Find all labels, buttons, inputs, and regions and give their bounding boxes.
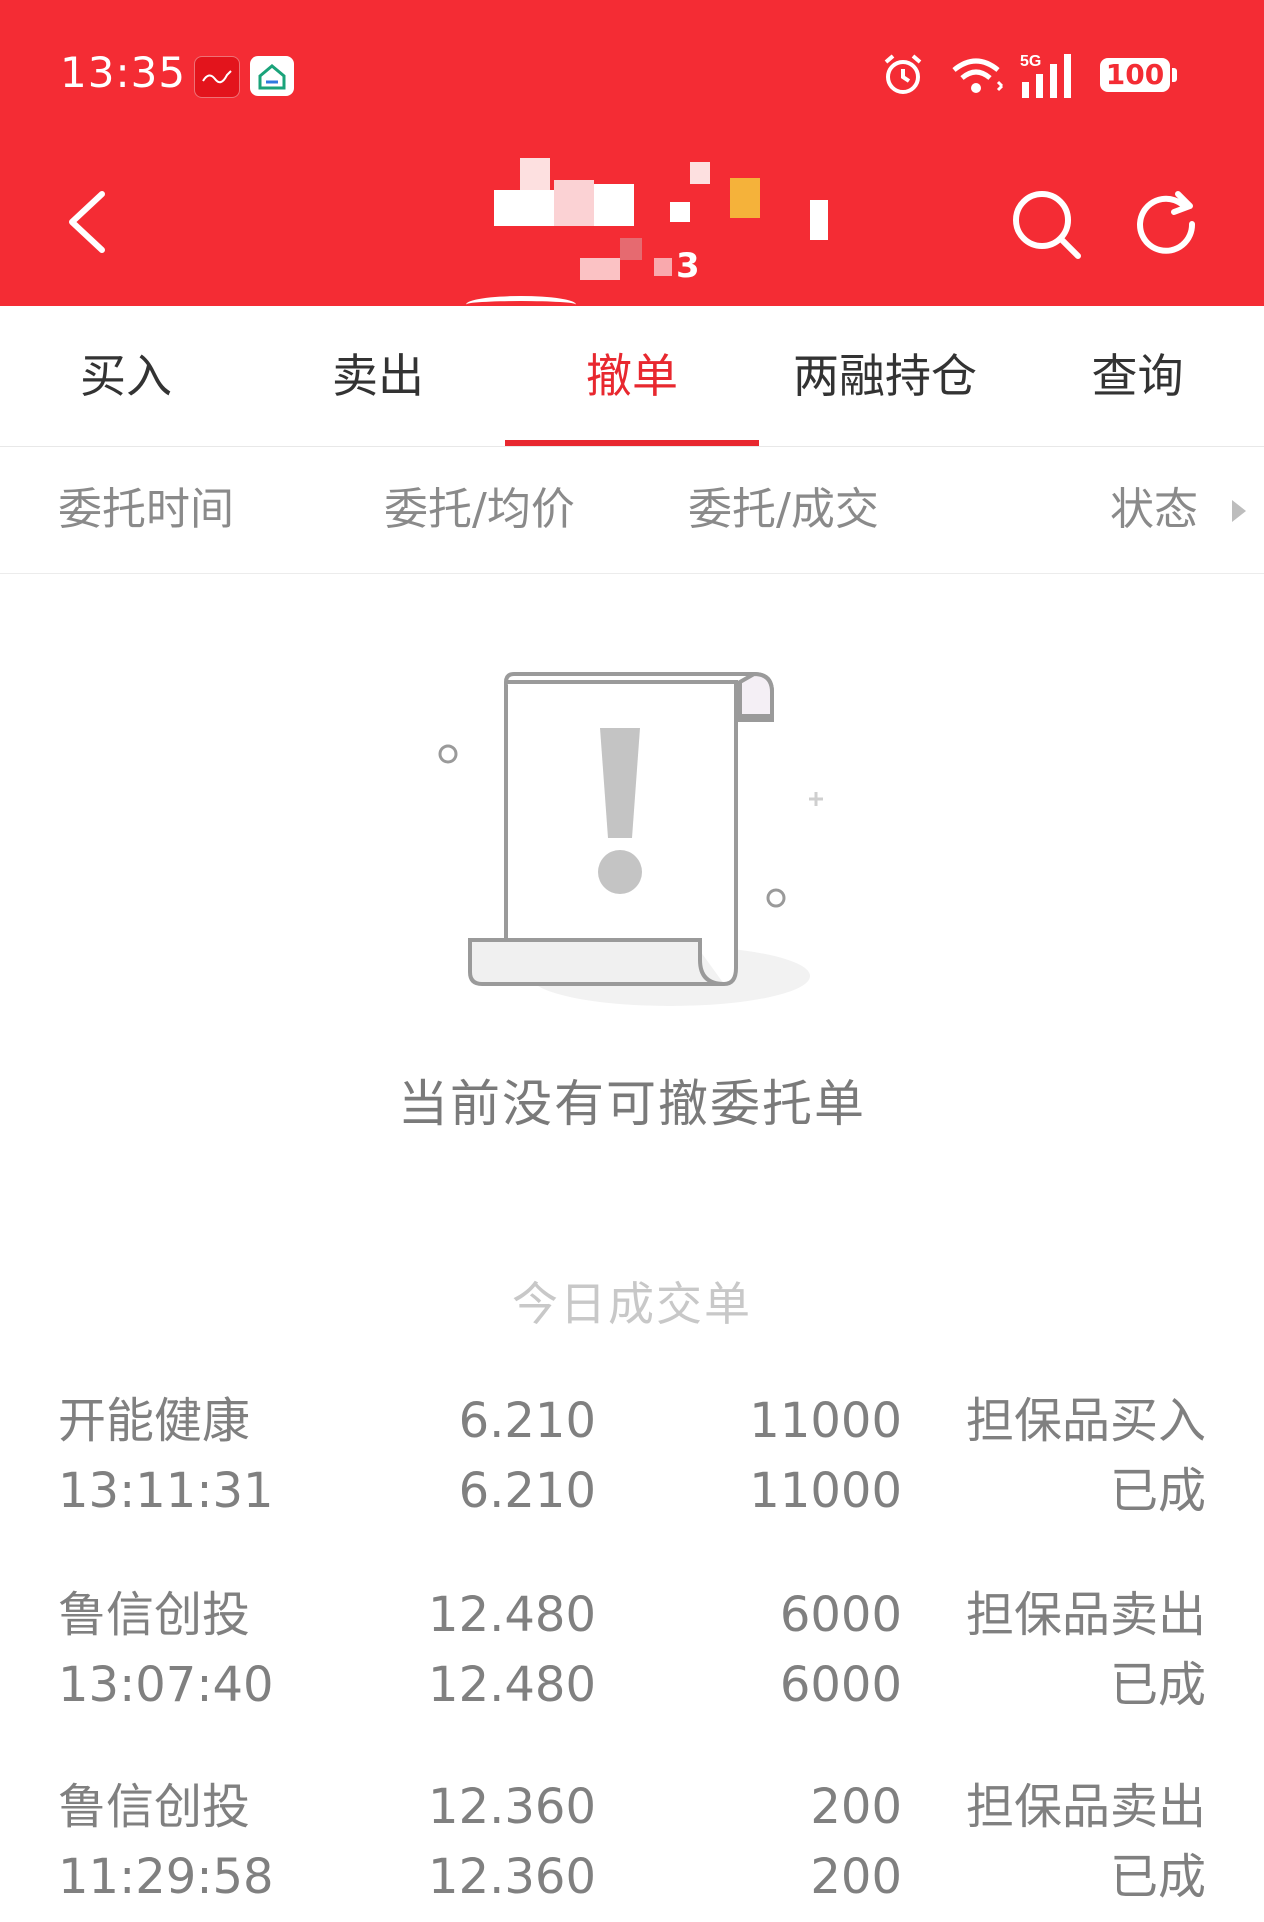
tab-sell[interactable]: 卖出 [252,306,504,446]
alarm-icon [880,52,926,102]
trade-time: 13:07:40 [58,1657,274,1713]
trade-tabs: 买入 卖出 撤单 两融持仓 查询 [0,306,1264,447]
tab-query[interactable]: 查询 [1011,306,1264,446]
order-price: 12.480 [428,1587,596,1643]
stock-name: 鲁信创投 [58,1587,251,1643]
header-bar: 13:35 5G 100 3 [0,0,1264,306]
col-status[interactable]: 状态 [1110,447,1198,573]
empty-state-message: 当前没有可撤委托单 [398,1075,866,1133]
average-price: 12.480 [428,1657,596,1713]
app-icon-red [194,56,240,98]
average-price: 6.210 [458,1463,596,1519]
order-qty: 200 [810,1779,902,1835]
trade-row[interactable]: 开能健康 13:11:31 6.210 6.210 11000 11000 担保… [0,1386,1264,1536]
back-button[interactable] [58,186,118,256]
col-order-price: 委托/均价 [384,484,575,535]
order-status: 已成 [1109,1849,1206,1905]
order-price: 12.360 [428,1779,596,1835]
order-qty: 11000 [749,1393,902,1449]
trade-time: 13:11:31 [58,1463,274,1519]
battery-tip [1172,68,1177,82]
average-price: 12.360 [428,1849,596,1905]
refresh-icon [1137,191,1196,254]
search-button[interactable] [1008,186,1084,262]
tab-cancel[interactable]: 撤单 [505,306,759,446]
search-icon [1013,191,1081,259]
stock-name: 开能健康 [58,1393,251,1449]
order-type: 担保品买入 [965,1393,1206,1449]
tab-buy[interactable]: 买入 [0,306,252,446]
filled-qty: 200 [810,1849,902,1905]
status-time: 13:35 [60,48,187,97]
signal-icon: 5G [1020,52,1084,106]
status-bar: 13:35 5G 100 [0,0,1264,150]
filled-qty: 6000 [779,1657,902,1713]
empty-document-icon [420,660,840,1020]
network-label: 5G [1020,53,1041,70]
order-status: 已成 [1109,1657,1206,1713]
app-icon-home [250,56,294,96]
filled-qty: 11000 [749,1463,902,1519]
section-title-today-trades: 今日成交单 [512,1277,752,1331]
column-header: 委托时间 委托/均价 委托/成交 状态 [0,447,1264,574]
wifi-icon [950,52,1006,102]
refresh-button[interactable] [1128,186,1204,262]
page-title-obscured: 3 [490,150,840,290]
scroll-right-icon[interactable] [1232,500,1246,522]
title-digit: 3 [676,246,700,286]
order-price: 6.210 [458,1393,596,1449]
tab-margin-positions[interactable]: 两融持仓 [759,306,1011,446]
order-qty: 6000 [779,1587,902,1643]
order-type: 担保品卖出 [965,1587,1206,1643]
col-order-qty: 委托/成交 [688,484,879,535]
trade-row[interactable]: 鲁信创投 11:29:58 12.360 12.360 200 200 担保品卖… [0,1772,1264,1922]
order-type: 担保品卖出 [965,1779,1206,1835]
trade-time: 11:29:58 [58,1849,274,1905]
trade-row[interactable]: 鲁信创投 13:07:40 12.480 12.480 6000 6000 担保… [0,1580,1264,1730]
chevron-left-icon [69,191,105,253]
col-order-time: 委托时间 [58,484,234,535]
order-status: 已成 [1109,1463,1206,1519]
active-tab-indicator [505,440,759,446]
battery-icon: 100 [1100,58,1170,92]
stock-name: 鲁信创投 [58,1779,251,1835]
